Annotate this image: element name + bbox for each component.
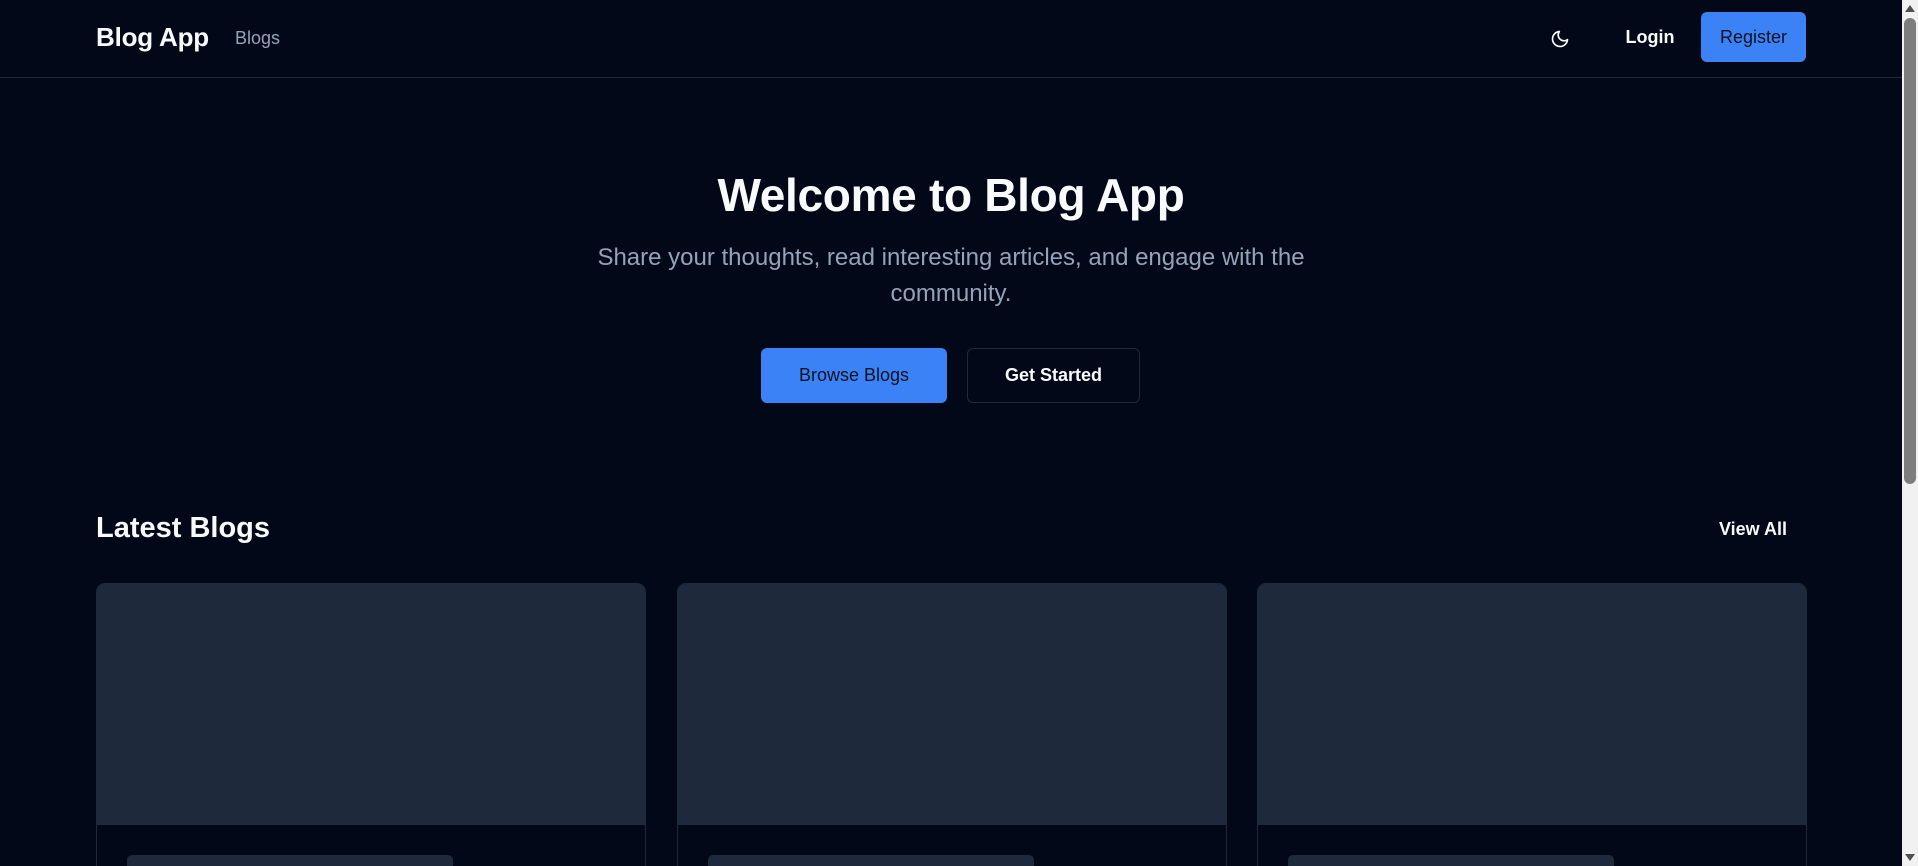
get-started-button[interactable]: Get Started [967,348,1140,403]
card-title-placeholder [127,855,453,866]
register-button[interactable]: Register [1701,12,1806,62]
theme-toggle-button[interactable] [1543,22,1577,56]
login-button[interactable]: Login [1610,12,1690,62]
card-image-placeholder [678,584,1226,825]
scrollbar-thumb[interactable] [1904,18,1916,484]
hero-subtitle: Share your thoughts, read interesting ar… [597,244,1305,307]
card-image-placeholder [1258,584,1806,825]
hero-title: Welcome to Blog App [717,169,1185,221]
blog-card-skeleton[interactable] [677,583,1227,866]
brand-logo[interactable]: Blog App [96,22,209,53]
blog-card-skeleton[interactable] [1257,583,1807,866]
scroll-down-arrow-icon[interactable] [1905,854,1915,861]
scroll-up-arrow-icon[interactable] [1905,5,1915,12]
card-title-placeholder [708,855,1034,866]
blog-card-skeleton[interactable] [96,583,646,866]
page: Blog App Blogs Login Register Welcome to… [0,0,1918,866]
moon-icon [1551,30,1569,48]
browse-blogs-button[interactable]: Browse Blogs [761,348,947,403]
view-all-button[interactable]: View All [1700,508,1806,550]
vertical-scrollbar[interactable] [1902,0,1918,866]
card-title-placeholder [1288,855,1614,866]
top-navbar: Blog App Blogs Login Register [0,0,1902,78]
section-title: Latest Blogs [96,512,271,544]
nav-link-blogs[interactable]: Blogs [235,28,280,49]
card-image-placeholder [97,584,645,825]
